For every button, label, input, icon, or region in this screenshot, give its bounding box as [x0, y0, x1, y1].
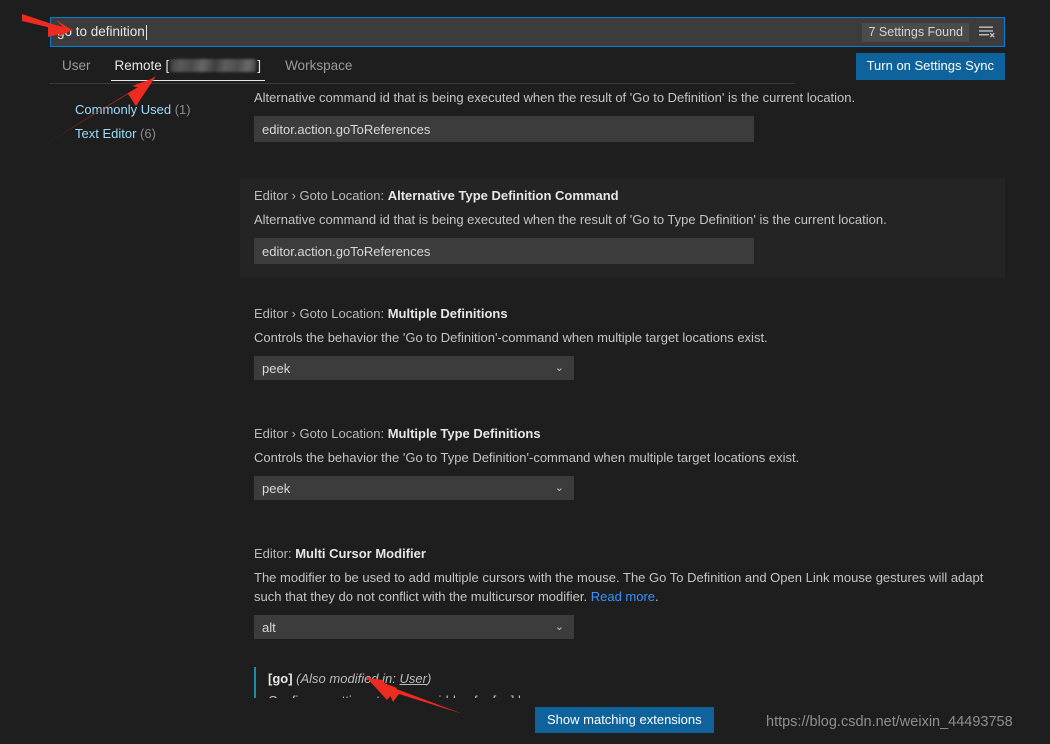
setting-description: The modifier to be used to add multiple …	[254, 568, 990, 606]
settings-found-badge: 7 Settings Found	[862, 22, 969, 42]
toc-label-text-editor: Text Editor	[75, 126, 137, 141]
settings-list[interactable]: Alternative command id that is being exe…	[240, 88, 1010, 698]
toc-count-commonly-used: (1)	[174, 102, 191, 117]
also-modified-link[interactable]: User	[400, 671, 427, 686]
sidebar-item-commonly-used[interactable]: Commonly Used (1)	[50, 98, 230, 122]
tab-user-label: User	[62, 58, 91, 73]
setting-title-name: Multiple Definitions	[387, 306, 508, 321]
tab-user[interactable]: User	[50, 57, 103, 81]
redacted-host-name	[170, 59, 257, 72]
setting-title-name: Multi Cursor Modifier	[295, 546, 426, 561]
setting-select[interactable]: peek ⌄	[254, 476, 574, 500]
setting-description-tail: .	[655, 589, 659, 604]
language-override-block: [go] (Also modified in: User) Configure …	[254, 667, 814, 698]
setting-text-value: editor.action.goToReferences	[262, 243, 431, 259]
setting-select-value: peek	[262, 360, 291, 376]
tab-remote-label: Remote [	[114, 58, 170, 73]
chevron-down-icon: ⌄	[554, 620, 564, 633]
clear-filter-icon[interactable]	[975, 21, 999, 43]
setting-title: Editor › Goto Location: Multiple Type De…	[254, 425, 990, 443]
setting-title: Editor › Goto Location: Alternative Type…	[254, 187, 985, 205]
language-tag: [go]	[268, 671, 293, 686]
also-modified-note: (Also modified in: User)	[296, 671, 431, 686]
setting-row[interactable]: Editor: Multi Cursor Modifier The modifi…	[240, 536, 1010, 653]
setting-select-value: alt	[262, 619, 276, 635]
settings-search-bar[interactable]: go to definition 7 Settings Found	[50, 17, 1005, 47]
setting-description: Controls the behavior the 'Go to Definit…	[254, 330, 768, 345]
also-modified-suffix: )	[426, 671, 432, 686]
setting-title-prefix: Editor › Goto Location:	[254, 306, 388, 321]
setting-title-name: Alternative Type Definition Command	[387, 188, 619, 203]
settings-toc: Commonly Used (1) Text Editor (6)	[50, 98, 230, 146]
settings-editor: go to definition 7 Settings Found User R…	[0, 0, 1050, 744]
toc-label-commonly-used: Commonly Used	[75, 102, 172, 117]
setting-description: Controls the behavior the 'Go to Type De…	[254, 450, 800, 465]
setting-select[interactable]: alt ⌄	[254, 615, 574, 639]
tab-remote-label-suffix: ]	[257, 58, 262, 73]
setting-text-input[interactable]: editor.action.goToReferences	[254, 238, 754, 264]
setting-row[interactable]: Alternative command id that is being exe…	[240, 88, 1010, 156]
sidebar-item-text-editor[interactable]: Text Editor (6)	[50, 122, 230, 146]
setting-title: Editor › Goto Location: Multiple Definit…	[254, 305, 990, 323]
setting-row[interactable]: Editor › Goto Location: Multiple Type De…	[240, 416, 1010, 514]
setting-text-value: editor.action.goToReferences	[262, 121, 431, 137]
setting-select-value: peek	[262, 480, 291, 496]
tab-workspace[interactable]: Workspace	[273, 57, 364, 81]
chevron-down-icon: ⌄	[554, 361, 564, 374]
text-caret	[145, 24, 147, 40]
setting-title-prefix: Editor:	[254, 546, 296, 561]
setting-description: Alternative command id that is being exe…	[254, 212, 887, 227]
setting-title-name: Multiple Type Definitions	[387, 426, 541, 441]
language-override-header: [go] (Also modified in: User)	[268, 669, 814, 689]
search-input[interactable]: go to definition	[57, 24, 862, 40]
watermark-url: https://blog.csdn.net/weixin_44493758	[766, 714, 1013, 730]
setting-row[interactable]: Editor › Goto Location: Alternative Type…	[240, 178, 1005, 278]
search-input-value: go to definition	[57, 24, 145, 40]
setting-title-prefix: Editor › Goto Location:	[254, 188, 388, 203]
turn-on-settings-sync-button[interactable]: Turn on Settings Sync	[855, 53, 1005, 80]
settings-scope-tabs: User Remote [] Workspace	[50, 57, 790, 83]
setting-text-input[interactable]: editor.action.goToReferences	[254, 116, 754, 142]
setting-description: Alternative command id that is being exe…	[254, 90, 856, 105]
chevron-down-icon: ⌄	[554, 481, 564, 494]
tab-remote[interactable]: Remote []	[103, 57, 274, 81]
also-modified-prefix: (Also modified in:	[296, 671, 400, 686]
toc-count-text-editor: (6)	[140, 126, 156, 141]
tab-workspace-label: Workspace	[285, 58, 353, 73]
tabs-divider	[50, 83, 795, 84]
language-override-description: Configure settings to be overridden for …	[268, 691, 814, 698]
setting-title: Editor: Multi Cursor Modifier	[254, 545, 990, 563]
setting-title-prefix: Editor › Goto Location:	[254, 426, 388, 441]
setting-row[interactable]: Editor › Goto Location: Multiple Definit…	[240, 296, 1010, 394]
show-matching-extensions-button[interactable]: Show matching extensions	[535, 707, 714, 733]
setting-select[interactable]: peek ⌄	[254, 356, 574, 380]
read-more-link[interactable]: Read more	[591, 589, 655, 604]
